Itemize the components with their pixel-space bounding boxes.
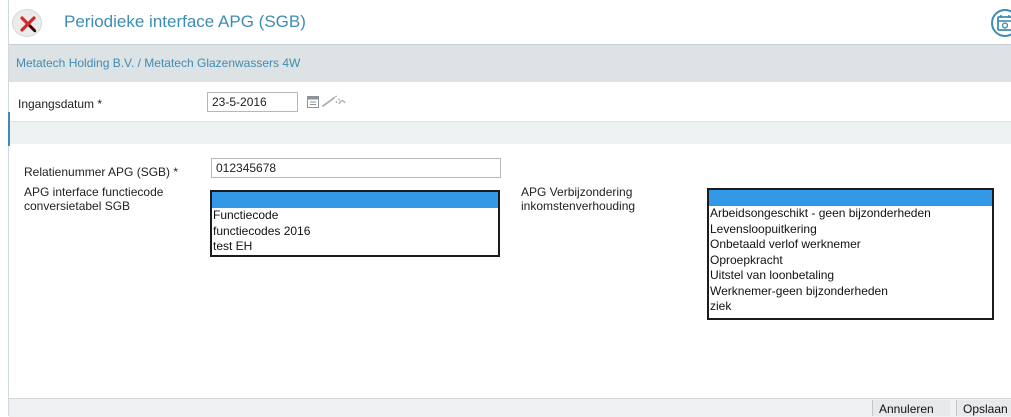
functiecode-label: APG interface functiecode conversietabel…: [24, 185, 163, 213]
breadcrumb-bar: Metatech Holding B.V. / Metatech Glazenw…: [9, 44, 1011, 82]
list-item[interactable]: Oproepkracht: [709, 253, 992, 269]
functiecode-listbox[interactable]: Functiecode functiecodes 2016 test EH: [210, 190, 500, 257]
list-item[interactable]: Uitstel van loonbetaling: [709, 268, 992, 284]
wand-icon[interactable]: [322, 95, 346, 108]
close-x-icon: [20, 16, 37, 33]
breadcrumb[interactable]: Metatech Holding B.V. / Metatech Glazenw…: [16, 56, 300, 70]
accent-marker: [8, 112, 10, 146]
list-item[interactable]: Functiecode: [212, 208, 498, 224]
verbijzondering-label: APG Verbijzondering inkomstenverhouding: [521, 185, 635, 213]
section-divider: [9, 121, 1011, 144]
list-item[interactable]: Onbetaald verlof werknemer: [709, 237, 992, 253]
list-item[interactable]: ziek: [709, 299, 992, 315]
calendar-refresh-icon[interactable]: [990, 8, 1011, 38]
ingangsdatum-field[interactable]: [207, 92, 298, 112]
verbijzondering-label-line1: APG Verbijzondering: [521, 185, 633, 199]
list-item[interactable]: test EH: [212, 239, 498, 255]
page-title: Periodieke interface APG (SGB): [64, 12, 306, 31]
list-item-selected[interactable]: [709, 190, 992, 206]
verbijzondering-label-line2: inkomstenverhouding: [521, 199, 636, 213]
cancel-button[interactable]: Annuleren: [872, 400, 950, 416]
list-item[interactable]: Levensloopuitkering: [709, 222, 992, 238]
ingangsdatum-label: Ingangsdatum *: [18, 97, 103, 111]
list-item[interactable]: functiecodes 2016: [212, 224, 498, 240]
save-button[interactable]: Opslaan: [956, 400, 1011, 416]
calendar-icon[interactable]: [307, 95, 319, 108]
footer-bar: [9, 398, 1011, 417]
list-item-selected[interactable]: [212, 192, 498, 208]
list-item[interactable]: Werknemer-geen bijzonderheden: [709, 284, 992, 300]
functiecode-label-line2: conversietabel SGB: [24, 199, 131, 213]
list-item[interactable]: Arbeidsongeschikt - geen bijzonderheden: [709, 206, 992, 222]
close-button[interactable]: [12, 9, 42, 37]
relatienummer-field[interactable]: [211, 158, 501, 178]
functiecode-label-line1: APG interface functiecode: [24, 185, 164, 199]
header: Periodieke interface APG (SGB): [9, 0, 1011, 44]
verbijzondering-listbox[interactable]: Arbeidsongeschikt - geen bijzonderheden …: [707, 188, 994, 320]
relatienummer-label: Relatienummer APG (SGB) *: [24, 165, 179, 179]
